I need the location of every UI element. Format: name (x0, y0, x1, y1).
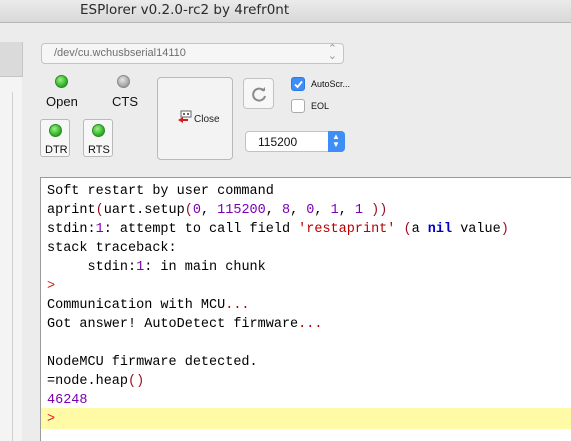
rts-label: RTS (88, 144, 110, 156)
eol-checkbox[interactable] (291, 99, 305, 113)
left-panel-edge (0, 42, 23, 441)
cts-led-icon (117, 75, 130, 88)
port-close-icon (178, 110, 192, 123)
checkmark-icon (294, 80, 303, 89)
dtr-label: DTR (45, 144, 68, 156)
port-select-value: /dev/cu.wchusbserial14110 (54, 47, 186, 59)
close-label: Close (194, 114, 220, 125)
open-label: Open (46, 94, 78, 109)
select-arrows-icon: ▲ ▼ (328, 131, 345, 152)
terminal-line: 46248 (47, 393, 88, 408)
close-port-button[interactable]: Close (157, 77, 233, 160)
dtr-led-icon (49, 124, 62, 137)
terminal-line: Soft restart by user command (47, 184, 274, 199)
rts-button[interactable]: RTS (83, 119, 113, 157)
autoscroll-checkbox[interactable] (291, 77, 305, 91)
window-title: ESPlorer v0.2.0-rc2 by 4refr0nt (80, 2, 290, 18)
terminal-line: =node.heap() (47, 374, 145, 389)
terminal-line: stack traceback: (47, 241, 177, 256)
autoscroll-label: AutoScr... (311, 79, 351, 89)
eol-label: EOL (311, 101, 330, 111)
rts-led-icon (92, 124, 105, 137)
terminal-line: aprint(uart.setup(0, 115200, 8, 0, 1, 1 … (47, 203, 388, 218)
terminal-line: NodeMCU firmware detected. (47, 355, 258, 370)
left-panel-tab-strip[interactable] (0, 42, 23, 77)
cts-label: CTS (112, 94, 138, 109)
baud-rate-value: 115200 (258, 135, 298, 149)
title-bar: ESPlorer v0.2.0-rc2 by 4refr0nt (0, 0, 571, 23)
open-led-icon (55, 75, 68, 88)
terminal-line: Communication with MCU... (47, 298, 250, 313)
terminal-line: Got answer! AutoDetect firmware... (47, 317, 323, 332)
left-panel-divider (12, 92, 13, 441)
select-arrows-icon: ⌃ ⌄ (327, 43, 337, 62)
current-line-highlight (41, 408, 571, 429)
terminal-line: stdin:1: in main chunk (47, 260, 266, 275)
terminal-prompt: > (47, 412, 56, 427)
refresh-button[interactable] (243, 78, 274, 109)
terminal-prompt: > (47, 279, 56, 294)
dtr-button[interactable]: DTR (40, 119, 70, 157)
refresh-icon (252, 87, 266, 102)
terminal-output[interactable]: Soft restart by user command aprint(uart… (40, 177, 571, 441)
terminal-line: stdin:1: attempt to call field 'restapri… (47, 222, 509, 237)
baud-rate-select[interactable]: 115200 ▲ ▼ (245, 131, 345, 152)
port-select[interactable]: /dev/cu.wchusbserial14110 ⌃ ⌄ (41, 43, 344, 64)
